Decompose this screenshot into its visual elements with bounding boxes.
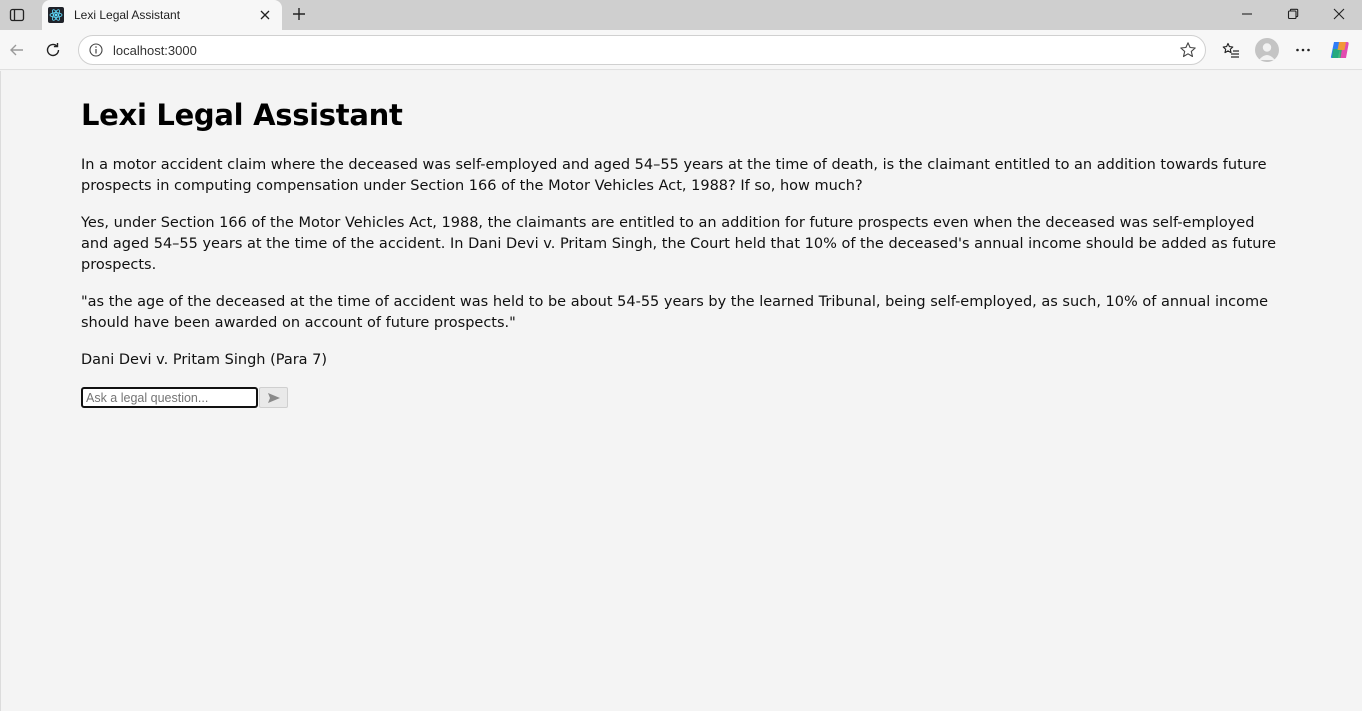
user-question: In a motor accident claim where the dece… [81, 157, 1267, 194]
favorites-list-icon[interactable] [1219, 38, 1243, 62]
browser-toolbar: localhost:3000 [0, 30, 1362, 70]
minimize-icon[interactable] [1224, 0, 1270, 28]
answer-citation: Dani Devi v. Pritam Singh (Para 7) [81, 352, 328, 368]
close-icon[interactable] [256, 6, 274, 24]
react-logo-icon [48, 7, 64, 23]
send-button[interactable] [259, 387, 288, 408]
arrow-left-icon[interactable] [5, 38, 29, 62]
avatar[interactable] [1255, 38, 1279, 62]
restore-icon[interactable] [1270, 0, 1316, 28]
answer-quote: "as the age of the deceased at the time … [81, 294, 1269, 331]
question-input[interactable] [81, 387, 258, 408]
copilot-icon[interactable] [1328, 38, 1352, 62]
page-title: Lexi Legal Assistant [81, 98, 403, 132]
tab-title: Lexi Legal Assistant [74, 8, 181, 22]
browser-tab[interactable]: Lexi Legal Assistant [42, 0, 282, 30]
send-icon [267, 392, 281, 404]
chat-container: Lexi Legal Assistant In a motor accident… [81, 95, 1281, 408]
address-bar[interactable]: localhost:3000 [78, 35, 1206, 65]
assistant-answer: Yes, under Section 166 of the Motor Vehi… [81, 215, 1277, 273]
tab-strip: Lexi Legal Assistant [0, 0, 1362, 30]
info-icon[interactable] [87, 41, 105, 59]
star-icon[interactable] [1177, 39, 1199, 61]
address-text[interactable]: localhost:3000 [113, 43, 1177, 58]
reload-icon[interactable] [41, 38, 65, 62]
tab-actions-icon[interactable] [6, 4, 28, 26]
more-icon[interactable] [1291, 38, 1315, 62]
page-viewport: Lexi Legal Assistant In a motor accident… [0, 71, 1362, 711]
question-form [81, 387, 1281, 408]
plus-icon[interactable] [288, 3, 310, 25]
close-window-icon[interactable] [1316, 0, 1362, 28]
